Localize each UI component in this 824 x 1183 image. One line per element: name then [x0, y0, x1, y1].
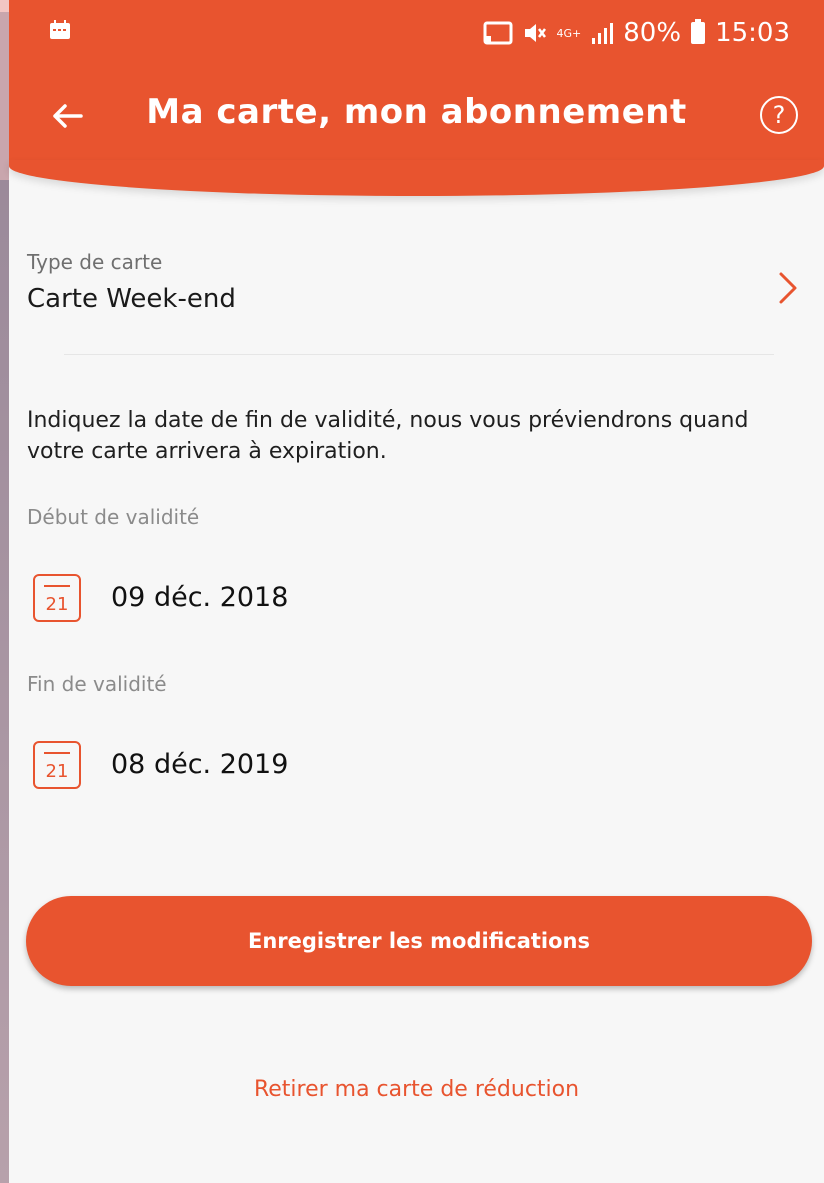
- mute-icon: [524, 24, 546, 42]
- calendar-icon: 21: [33, 574, 81, 622]
- card-type-row[interactable]: Type de carte Carte Week-end: [9, 240, 824, 335]
- help-icon[interactable]: ?: [760, 96, 798, 134]
- signal-icon: [592, 23, 614, 44]
- page-title: Ma carte, mon abonnement: [146, 92, 687, 132]
- card-type-value: Carte Week-end: [27, 284, 236, 314]
- divider: [64, 354, 774, 355]
- status-time: 15:03: [715, 18, 790, 48]
- save-button-label: Enregistrer les modifications: [247, 929, 591, 953]
- remove-card-link[interactable]: Retirer ma carte de réduction: [9, 1077, 824, 1102]
- start-date-row[interactable]: 21 09 déc. 2018: [33, 574, 433, 624]
- battery-percentage: 80%: [623, 18, 682, 48]
- info-text: Indiquez la date de fin de validité, nou…: [27, 408, 749, 464]
- cast-icon: [483, 21, 513, 45]
- battery-icon: [691, 19, 706, 44]
- end-date-label: Fin de validité: [27, 672, 167, 696]
- calendar-notification-icon: [50, 20, 70, 39]
- save-button[interactable]: Enregistrer les modifications: [26, 896, 812, 986]
- end-date-value: 08 déc. 2019: [111, 749, 289, 780]
- app-screen: 4G+ 80% 15:03 Ma carte, mon abonnement ?…: [9, 0, 824, 1183]
- app-bar-curve: [9, 160, 824, 196]
- help-icon-glyph: ?: [772, 101, 786, 129]
- chevron-right-icon: [779, 272, 797, 304]
- calendar-icon-number: 21: [45, 594, 69, 615]
- start-date-value: 09 déc. 2018: [111, 582, 289, 613]
- card-type-label: Type de carte: [27, 250, 163, 274]
- end-date-row[interactable]: 21 08 déc. 2019: [33, 741, 433, 791]
- status-icons: 4G+ 80% 15:03: [483, 18, 790, 48]
- network-type: 4G+: [556, 26, 582, 40]
- start-date-label: Début de validité: [27, 505, 200, 529]
- status-bar: 4G+ 80% 15:03: [9, 0, 824, 70]
- calendar-icon: 21: [33, 741, 81, 789]
- calendar-icon-number: 21: [45, 761, 69, 782]
